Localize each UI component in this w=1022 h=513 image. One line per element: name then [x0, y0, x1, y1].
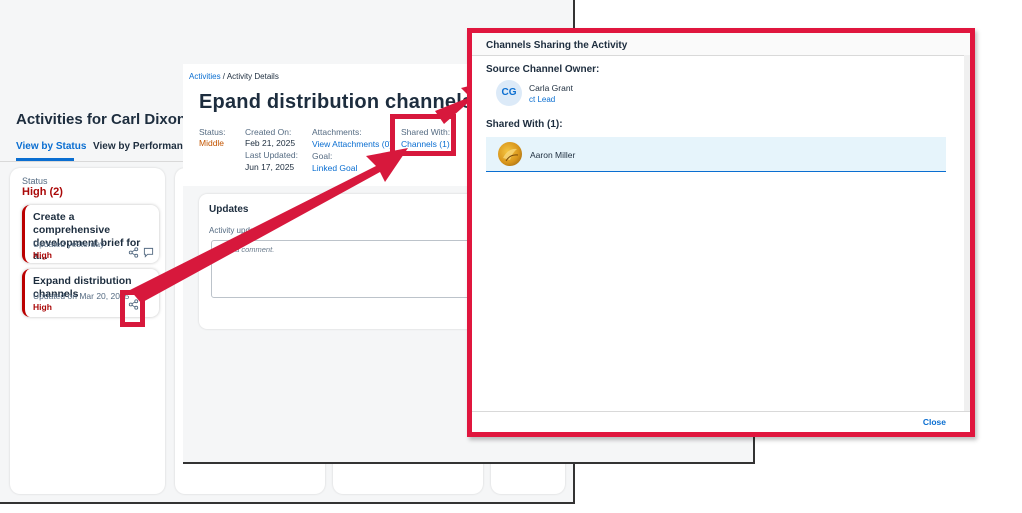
goal-label: Goal:: [312, 151, 333, 161]
highlight-shared-with: [390, 114, 456, 156]
column-status-label: Status: [22, 176, 48, 186]
updates-card: Updates Activity update: Post a comment.: [199, 194, 499, 329]
breadcrumb: Activities / Activity Details: [189, 72, 279, 81]
breadcrumb-current: Activity Details: [226, 72, 279, 81]
dialog-header: Channels Sharing the Activity: [472, 33, 970, 56]
owner-name: Carla Grant: [529, 83, 573, 93]
page-title: Activities for Carl Dixon: [16, 111, 187, 128]
last-updated-label: Last Updated:: [245, 150, 298, 160]
shared-user-name: Aaron Miller: [530, 150, 576, 160]
avatar: [498, 142, 522, 166]
owner-role: ct Lead: [529, 95, 556, 104]
activity-card[interactable]: Create a comprehensive development brief…: [22, 205, 159, 263]
activity-title: Epand distribution channels: [199, 91, 474, 113]
comment-placeholder: Post a comment.: [218, 245, 275, 254]
activity-card-priority: High: [33, 250, 52, 260]
status-label: Status:: [199, 127, 226, 137]
dialog-title: Channels Sharing the Activity: [486, 40, 628, 51]
highlight-share-icon: [120, 290, 145, 327]
dialog-scrollbar[interactable]: [964, 55, 970, 411]
dialog-footer: Close: [472, 411, 970, 433]
source-channel-owner-label: Source Channel Owner:: [486, 64, 600, 75]
list-item[interactable]: Aaron Miller: [486, 137, 946, 172]
shared-with-count-label: Shared With (1):: [486, 119, 563, 130]
tab-view-by-status[interactable]: View by Status: [16, 141, 86, 152]
comment-input[interactable]: Post a comment.: [211, 240, 499, 298]
close-button[interactable]: Close: [923, 417, 946, 427]
last-updated-value: Jun 17, 2025: [245, 162, 295, 172]
activity-card-updated: Updated on Mar 20, 2025: [33, 291, 130, 301]
active-tab-indicator: [16, 158, 74, 161]
activity-update-label: Activity update:: [209, 226, 264, 235]
status-column-high: Status High (2) Create a comprehensive d…: [10, 168, 165, 494]
linked-goal-link[interactable]: Linked Goal: [312, 163, 357, 173]
created-on-value: Feb 21, 2025: [245, 138, 296, 148]
column-status-value: High (2): [22, 186, 63, 198]
comment-icon[interactable]: [143, 247, 154, 261]
updates-title: Updates: [209, 204, 249, 215]
breadcrumb-link-activities[interactable]: Activities: [189, 72, 221, 81]
activity-card-updated: Updated yesterday: [33, 239, 105, 249]
attachments-label: Attachments:: [312, 127, 362, 137]
created-on-label: Created On:: [245, 127, 292, 137]
share-icon[interactable]: [128, 247, 139, 261]
breadcrumb-separator: /: [222, 72, 226, 81]
activity-card-priority: High: [33, 302, 52, 312]
avatar: CG: [496, 80, 522, 106]
view-attachments-link[interactable]: View Attachments (0): [312, 139, 392, 149]
status-value: Middle: [199, 138, 225, 148]
channels-sharing-dialog: Channels Sharing the Activity Source Cha…: [467, 28, 975, 437]
